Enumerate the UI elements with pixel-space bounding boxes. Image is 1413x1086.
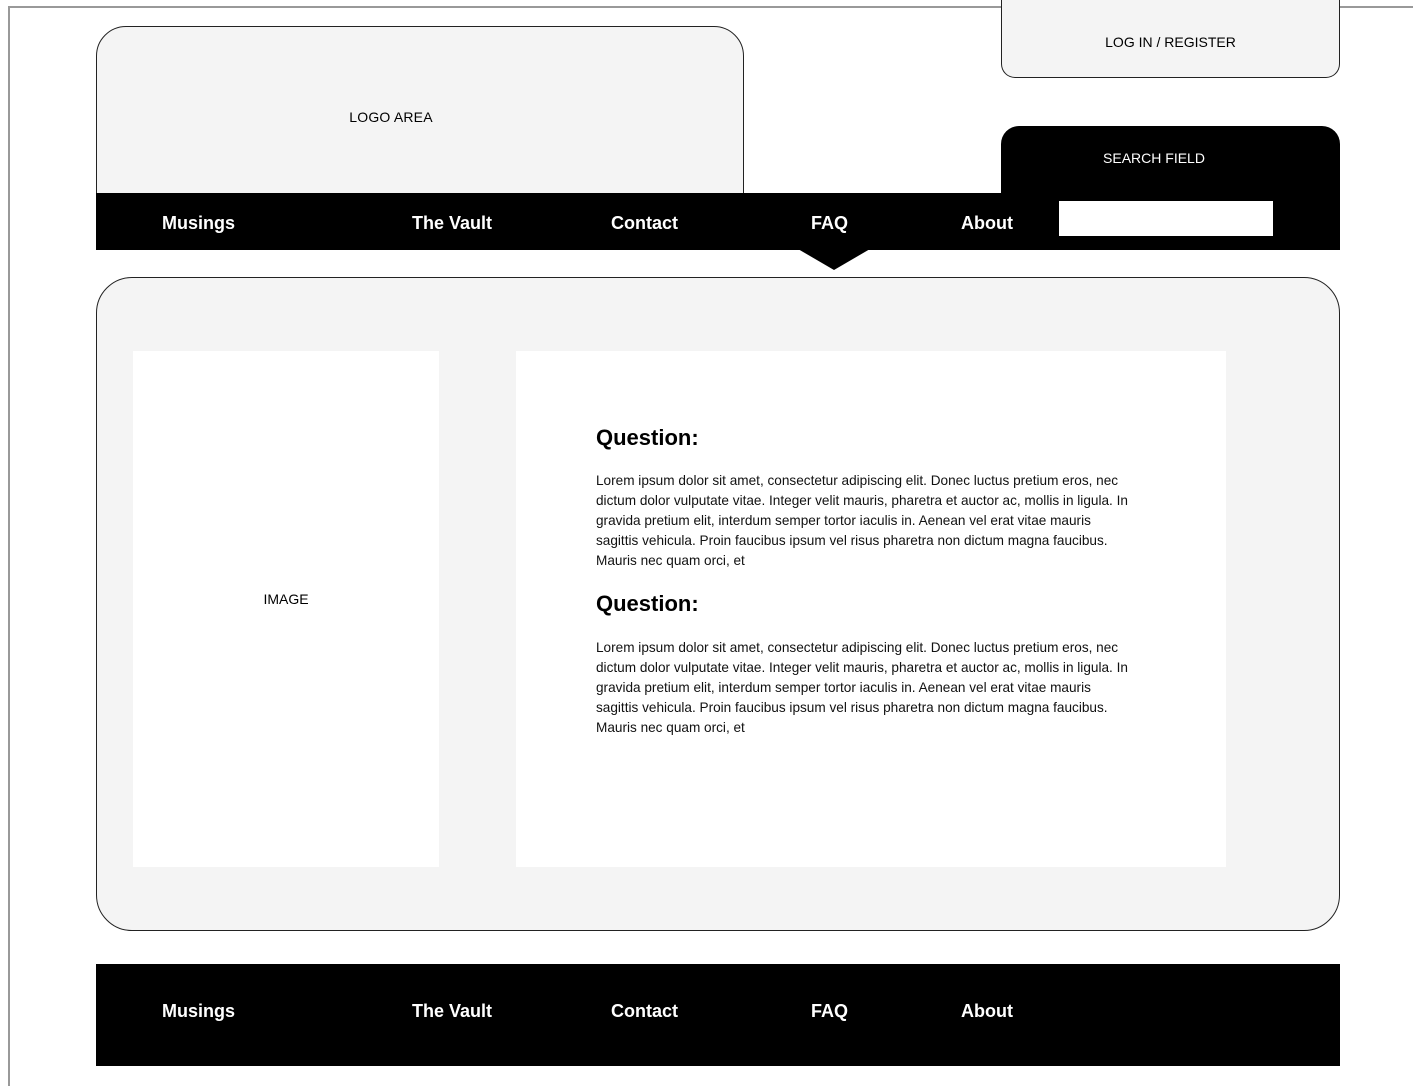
faq-answer: Lorem ipsum dolor sit amet, consectetur …: [596, 640, 1128, 735]
footer-item-about[interactable]: About: [961, 1001, 1013, 1022]
faq-content: Question: Lorem ipsum dolor sit amet, co…: [516, 351, 1226, 867]
image-placeholder: IMAGE: [133, 351, 439, 867]
nav-item-faq[interactable]: FAQ: [811, 213, 848, 234]
logo-area[interactable]: LOGO AREA: [96, 26, 744, 206]
faq-question: Question:: [596, 425, 699, 450]
search-input[interactable]: [1059, 201, 1273, 236]
nav-item-contact[interactable]: Contact: [611, 213, 678, 234]
faq-question: Question:: [596, 591, 699, 616]
faq-answer: Lorem ipsum dolor sit amet, consectetur …: [596, 473, 1128, 568]
nav-item-the-vault[interactable]: The Vault: [412, 213, 492, 234]
footer-item-the-vault[interactable]: The Vault: [412, 1001, 492, 1022]
login-register-button[interactable]: LOG IN / REGISTER: [1001, 0, 1340, 78]
main-nav: Musings The Vault Contact FAQ About: [96, 193, 1340, 250]
image-label: IMAGE: [263, 591, 309, 607]
active-nav-indicator: [798, 249, 870, 270]
footer-item-faq[interactable]: FAQ: [811, 1001, 848, 1022]
footer-item-contact[interactable]: Contact: [611, 1001, 678, 1022]
footer-nav: Musings The Vault Contact FAQ About: [96, 964, 1340, 1066]
nav-item-musings[interactable]: Musings: [162, 213, 235, 234]
footer-item-musings[interactable]: Musings: [162, 1001, 235, 1022]
logo-area-label: LOGO AREA: [349, 109, 433, 125]
search-field-label: SEARCH FIELD: [1103, 150, 1205, 166]
nav-item-about[interactable]: About: [961, 213, 1013, 234]
